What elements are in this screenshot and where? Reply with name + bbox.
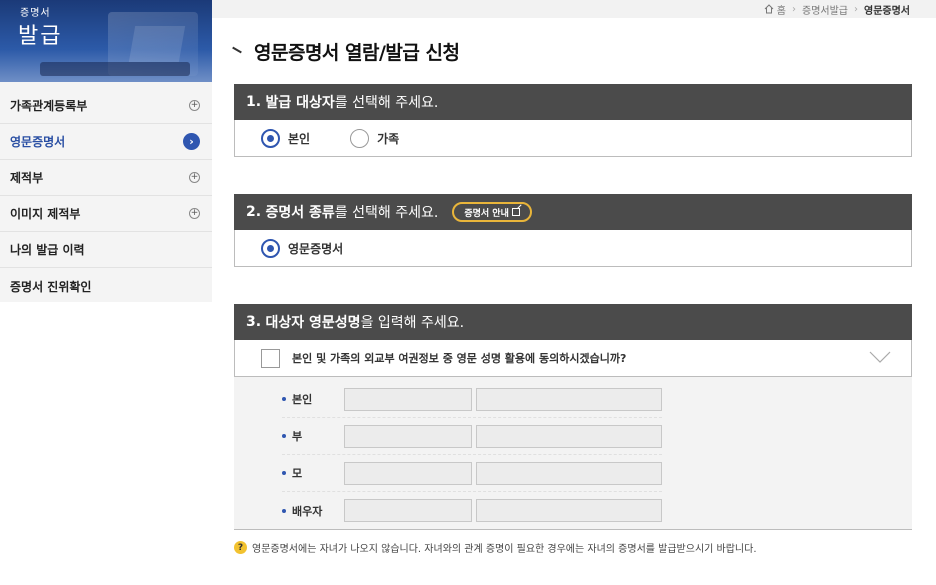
breadcrumb-current: 영문증명서 bbox=[864, 5, 910, 17]
name-input-list: 본인 부 모 배우자 bbox=[234, 377, 912, 530]
sidebar-item-removed-register[interactable]: 제적부 + bbox=[0, 160, 212, 196]
bullet-icon bbox=[282, 397, 286, 401]
radio-label: 본인 bbox=[288, 131, 311, 146]
section-header: 2. 증명서 종류 를 선택해 주세요. 증명서 안내 bbox=[234, 194, 912, 230]
surname-input[interactable] bbox=[343, 387, 473, 411]
name-row-text: 모 bbox=[292, 467, 303, 480]
name-row-label: 부 bbox=[282, 428, 344, 444]
consent-row[interactable]: 본인 및 가족의 외교부 여권정보 중 영문 성명 활용에 동의하시겠습니까? bbox=[235, 340, 911, 376]
name-row-father: 부 bbox=[282, 418, 662, 455]
sidebar-item-label: 나의 발급 이력 bbox=[10, 243, 85, 257]
name-row-mother: 모 bbox=[282, 455, 662, 492]
radio-checked-icon[interactable] bbox=[261, 238, 280, 258]
sidebar-item-label: 가족관계등록부 bbox=[10, 99, 88, 113]
info-note: ? 영문증명서에는 자녀가 나오지 않습니다. 자녀와의 관계 증명이 필요한 … bbox=[234, 540, 757, 555]
name-row-text: 본인 bbox=[292, 393, 313, 406]
sidebar-item-verify-certificate[interactable]: 증명서 진위확인 bbox=[0, 268, 212, 304]
section-body: 본인 및 가족의 외교부 여권정보 중 영문 성명 활용에 동의하시겠습니까? bbox=[234, 340, 912, 377]
banner-book-image bbox=[128, 26, 186, 62]
home-icon bbox=[764, 4, 774, 14]
banner-small-text: 증명서 bbox=[20, 8, 51, 19]
name-row-text: 부 bbox=[292, 430, 303, 443]
section-header: 3. 대상자 영문성명 을 입력해 주세요. bbox=[234, 304, 912, 340]
surname-input[interactable] bbox=[343, 424, 473, 448]
chevron-down-icon[interactable] bbox=[869, 350, 891, 364]
section-number: 2. bbox=[246, 204, 262, 220]
section-body: 영문증명서 bbox=[234, 230, 912, 267]
sidebar-item-english-certificate[interactable]: 영문증명서 › bbox=[0, 124, 212, 160]
section-title-bold: 대상자 영문성명 bbox=[265, 315, 361, 331]
plus-circle-icon[interactable]: + bbox=[189, 208, 200, 219]
title-marker-icon bbox=[232, 47, 244, 57]
bullet-icon bbox=[282, 508, 286, 513]
banner-title: 발급 bbox=[18, 24, 63, 49]
breadcrumb-level1[interactable]: 증명서발급 bbox=[802, 2, 848, 17]
bullet-icon bbox=[282, 471, 286, 475]
certificate-guide-button[interactable]: 증명서 안내 bbox=[452, 202, 532, 222]
sidebar-item-label: 증명서 진위확인 bbox=[10, 279, 92, 294]
sidebar-item-label: 영문증명서 bbox=[10, 135, 66, 149]
question-icon: ? bbox=[234, 541, 247, 554]
sidebar-menu: 가족관계등록부 + 영문증명서 › 제적부 + 이미지 제적부 + 나의 발급 … bbox=[0, 88, 212, 304]
sidebar-item-family-register[interactable]: 가족관계등록부 + bbox=[0, 88, 212, 124]
given-name-input[interactable] bbox=[476, 461, 662, 485]
section-title-bold: 증명서 종류 bbox=[265, 205, 335, 221]
sidebar: 증명서 발급 가족관계등록부 + 영문증명서 › 제적부 + 이미지 제적부 +… bbox=[0, 0, 212, 302]
radio-group-target: 본인 가족 bbox=[235, 120, 911, 156]
given-name-input[interactable] bbox=[476, 499, 662, 522]
given-name-input[interactable] bbox=[476, 424, 662, 448]
plus-circle-icon[interactable]: + bbox=[189, 100, 200, 111]
banner-book-image bbox=[40, 62, 190, 76]
section-certificate-type: 2. 증명서 종류 를 선택해 주세요. 증명서 안내 영문증명서 bbox=[234, 194, 912, 267]
section-english-name: 3. 대상자 영문성명 을 입력해 주세요. 본인 및 가족의 외교부 여권정보 … bbox=[234, 304, 912, 530]
name-row-self: 본인 bbox=[282, 381, 662, 418]
surname-input[interactable] bbox=[343, 499, 473, 522]
radio-english-certificate[interactable]: 영문증명서 bbox=[261, 238, 344, 258]
sidebar-item-label: 제적부 bbox=[10, 171, 44, 185]
name-row-label: 본인 bbox=[282, 391, 344, 407]
section-header: 1. 발급 대상자 를 선택해 주세요. bbox=[234, 84, 912, 120]
radio-checked-icon[interactable] bbox=[261, 128, 280, 148]
plus-circle-icon[interactable]: + bbox=[189, 172, 200, 183]
info-note-text: 영문증명서에는 자녀가 나오지 않습니다. 자녀와의 관계 증명이 필요한 경우… bbox=[252, 544, 757, 555]
sidebar-item-image-removed-register[interactable]: 이미지 제적부 + bbox=[0, 196, 212, 232]
radio-self[interactable]: 본인 bbox=[261, 128, 311, 148]
consent-label: 본인 및 가족의 외교부 여권정보 중 영문 성명 활용에 동의하시겠습니까? bbox=[292, 352, 627, 365]
name-row-spouse: 배우자 bbox=[282, 492, 662, 529]
name-row-text: 배우자 bbox=[292, 504, 323, 518]
surname-input[interactable] bbox=[343, 461, 473, 485]
section-title-rest: 를 선택해 주세요. bbox=[334, 95, 439, 111]
given-name-input[interactable] bbox=[476, 387, 662, 411]
breadcrumb-home[interactable]: 홈 bbox=[777, 2, 786, 17]
bullet-icon bbox=[282, 434, 286, 438]
radio-label: 가족 bbox=[377, 131, 400, 146]
name-row-label: 모 bbox=[282, 465, 344, 481]
page-title: 영문증명서 열람/발급 신청 bbox=[254, 42, 460, 64]
page-title-wrap: 영문증명서 열람/발급 신청 bbox=[232, 38, 460, 65]
radio-label: 영문증명서 bbox=[288, 241, 344, 256]
section-number: 1. bbox=[246, 94, 262, 110]
breadcrumb-separator: › bbox=[854, 3, 858, 15]
radio-group-certificate: 영문증명서 bbox=[235, 230, 911, 266]
sidebar-item-label: 이미지 제적부 bbox=[10, 207, 81, 221]
external-link-icon bbox=[511, 208, 520, 216]
section-number: 3. bbox=[246, 314, 262, 330]
breadcrumb-separator: › bbox=[792, 3, 796, 15]
arrow-circle-icon[interactable]: › bbox=[183, 133, 200, 150]
name-row-label: 배우자 bbox=[282, 503, 344, 519]
section-target: 1. 발급 대상자 를 선택해 주세요. 본인 가족 bbox=[234, 84, 912, 157]
sidebar-item-issue-history[interactable]: 나의 발급 이력 bbox=[0, 232, 212, 268]
section-title-bold: 발급 대상자 bbox=[265, 95, 335, 111]
sidebar-banner: 증명서 발급 bbox=[0, 0, 212, 82]
section-title-rest: 을 입력해 주세요. bbox=[360, 315, 465, 331]
consent-checkbox[interactable] bbox=[261, 348, 280, 368]
radio-unchecked-icon[interactable] bbox=[350, 128, 370, 148]
guide-button-label: 증명서 안내 bbox=[464, 208, 509, 219]
section-body: 본인 가족 bbox=[234, 120, 912, 157]
section-title-rest: 를 선택해 주세요. bbox=[334, 205, 439, 221]
radio-family[interactable]: 가족 bbox=[350, 128, 400, 148]
breadcrumb: 홈 › 증명서발급 › 영문증명서 bbox=[212, 0, 936, 18]
